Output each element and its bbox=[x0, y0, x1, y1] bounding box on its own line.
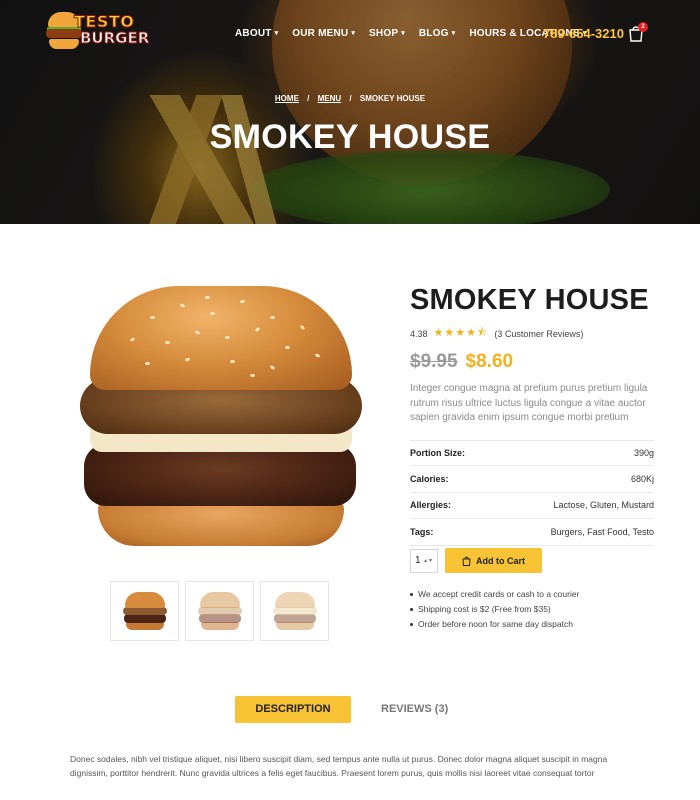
rating-row: 4.38 ★★★★⯪ (3 Customer Reviews) bbox=[410, 324, 654, 343]
thumbnail-2[interactable] bbox=[185, 581, 254, 641]
current-price: $8.60 bbox=[465, 351, 514, 372]
tab-reviews[interactable]: REVIEWS (3) bbox=[381, 696, 448, 723]
nav-item-our-menu[interactable]: OUR MENU ▾ bbox=[292, 28, 355, 39]
nav-item-shop[interactable]: SHOP ▾ bbox=[369, 28, 405, 39]
spec-label: Calories: bbox=[410, 473, 449, 484]
chevron-down-icon: ▾ bbox=[401, 30, 405, 37]
product-short-description: Integer congue magna at pretium purus pr… bbox=[410, 383, 648, 423]
product-specs: Portion Size: 390g Calories: 680Kj Aller… bbox=[410, 439, 654, 546]
spec-value: 680Kj bbox=[630, 473, 654, 484]
shopping-bag-icon bbox=[462, 556, 471, 566]
add-to-cart-button[interactable]: Add to Cart bbox=[445, 548, 542, 573]
spec-label: Tags: bbox=[410, 526, 434, 537]
customer-reviews-link[interactable]: (3 Customer Reviews) bbox=[494, 329, 583, 339]
thumbnail-gallery bbox=[110, 581, 329, 641]
spec-value: Burgers, Fast Food, Testo bbox=[550, 526, 654, 537]
breadcrumb: HOME / MENU / SMOKEY HOUSE bbox=[0, 94, 700, 103]
list-item: We accept credit cards or cash to a cour… bbox=[410, 587, 579, 602]
nav-item-label: BLOG bbox=[418, 28, 449, 39]
spec-row: Tags: Burgers, Fast Food, Testo bbox=[410, 519, 654, 546]
price-row: $9.95 $8.60 bbox=[410, 351, 654, 373]
rating-value: 4.38 bbox=[410, 328, 428, 339]
logo-line-2: BURGER bbox=[79, 29, 150, 47]
page-title: SMOKEY HOUSE bbox=[209, 118, 491, 156]
nav-item-label: SHOP bbox=[369, 28, 399, 39]
spec-value: Lactose, Gluten, Mustard bbox=[553, 500, 654, 511]
stepper-arrows-icon[interactable]: ▲▼ bbox=[423, 558, 433, 564]
phone-number[interactable]: 789-654-3210 bbox=[543, 26, 624, 41]
spec-value: 390g bbox=[633, 447, 654, 458]
breadcrumb-home[interactable]: HOME bbox=[275, 94, 299, 103]
nav-item-blog[interactable]: BLOG ▾ bbox=[419, 28, 455, 39]
spec-label: Allergies: bbox=[410, 500, 452, 511]
breadcrumb-separator: / bbox=[307, 94, 310, 103]
product-info: SMOKEY HOUSE 4.38 ★★★★⯪ (3 Customer Revi… bbox=[410, 280, 654, 546]
chevron-down-icon: ▾ bbox=[351, 30, 356, 37]
product-title: SMOKEY HOUSE bbox=[410, 284, 649, 316]
star-rating-icon: ★★★★⯪ bbox=[433, 327, 489, 339]
spec-row: Calories: 680Kj bbox=[410, 466, 654, 493]
add-to-cart-row: 1 ▲▼ Add to Cart bbox=[410, 548, 542, 573]
quantity-value: 1 bbox=[415, 555, 421, 566]
list-item: Order before noon for same day dispatch bbox=[410, 617, 579, 632]
spec-row: Portion Size: 390g bbox=[410, 439, 654, 466]
thumbnail-1[interactable] bbox=[110, 581, 179, 641]
description-body: Donec sodales, nibh vel tristique alique… bbox=[70, 754, 608, 778]
purchase-notes: We accept credit cards or cash to a cour… bbox=[410, 587, 579, 632]
product-main-image[interactable] bbox=[76, 280, 366, 555]
nav-item-about[interactable]: ABOUT ▾ bbox=[235, 28, 278, 39]
site-logo[interactable]: TESTO BURGER bbox=[46, 10, 150, 56]
add-to-cart-label: Add to Cart bbox=[476, 555, 525, 566]
spec-row: Allergies: Lactose, Gluten, Mustard bbox=[410, 493, 654, 519]
breadcrumb-current: SMOKEY HOUSE bbox=[359, 94, 426, 103]
breadcrumb-separator: / bbox=[349, 94, 352, 103]
logo-text: TESTO BURGER bbox=[73, 12, 150, 47]
thumbnail-3[interactable] bbox=[260, 581, 329, 641]
cart-count-badge: 2 bbox=[638, 22, 648, 32]
tab-description[interactable]: DESCRIPTION bbox=[235, 696, 351, 723]
chevron-down-icon: ▾ bbox=[451, 30, 456, 37]
logo-line-1: TESTO bbox=[73, 12, 135, 31]
nav-item-label: OUR MENU bbox=[292, 28, 349, 39]
quantity-stepper[interactable]: 1 ▲▼ bbox=[410, 548, 438, 573]
list-item: Shipping cost is $2 (Free from $35) bbox=[410, 602, 579, 617]
hero-banner: TESTO BURGER ABOUT ▾ OUR MENU ▾ SHOP ▾ BLOG… bbox=[0, 0, 700, 224]
breadcrumb-menu[interactable]: MENU bbox=[318, 94, 342, 103]
old-price: $9.95 bbox=[410, 351, 458, 372]
spec-label: Portion Size: bbox=[410, 447, 466, 458]
nav-item-label: ABOUT bbox=[235, 28, 272, 39]
chevron-down-icon: ▾ bbox=[274, 30, 279, 37]
